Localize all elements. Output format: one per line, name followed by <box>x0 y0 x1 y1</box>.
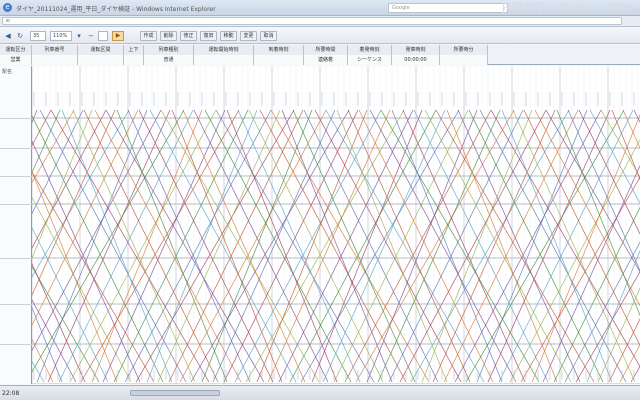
header-value[interactable] <box>440 55 488 65</box>
header-cell: 所要時分 <box>440 45 488 55</box>
station-header: 駅名 <box>2 69 13 75</box>
play-arrow-icon[interactable]: ▶ <box>112 31 124 41</box>
index-field[interactable]: 35 <box>30 31 46 41</box>
station-row[interactable] <box>0 204 32 258</box>
station-row[interactable] <box>0 118 32 148</box>
search-box[interactable]: Google <box>388 3 508 13</box>
zoom-down-icon[interactable]: ▾ <box>74 31 84 41</box>
header-cell: 所要時間 <box>304 45 348 55</box>
zoom-select[interactable]: 110% <box>50 31 72 41</box>
header-value[interactable]: 営業 <box>0 55 32 65</box>
create-button[interactable]: 作成 <box>140 31 157 41</box>
window-title: ダイヤ_20111024_運用_平日_ダイヤ検証 - Windows Inter… <box>16 6 216 13</box>
window-titlebar: e ダイヤ_20111024_運用_平日_ダイヤ検証 - Windows Int… <box>0 0 640 17</box>
blank-field[interactable] <box>98 31 108 41</box>
delete-button[interactable]: 削除 <box>160 31 177 41</box>
status-time: 22:08 <box>2 390 20 397</box>
train-diagram-canvas[interactable] <box>32 66 640 384</box>
status-bar: 22:08 <box>0 385 640 400</box>
header-value[interactable]: シーケンス <box>348 55 392 65</box>
column-header: 運転区分 列車番号 運転区間 上下 列車種別 運転開始時刻 到着時刻 所要時間 … <box>0 45 640 65</box>
header-value[interactable]: 連絡着 <box>304 55 348 65</box>
header-cell: 着発時刻 <box>348 45 392 55</box>
header-cell: 上下 <box>124 45 144 55</box>
header-value[interactable] <box>78 55 124 65</box>
browser-icon: e <box>3 3 12 12</box>
change-button[interactable]: 変更 <box>240 31 257 41</box>
station-row[interactable] <box>0 344 32 384</box>
header-cell: 運転区間 <box>78 45 124 55</box>
cancel-button[interactable]: 取消 <box>260 31 277 41</box>
move-button[interactable]: 移動 <box>220 31 237 41</box>
address-bar: e: <box>0 16 640 27</box>
refresh-icon[interactable]: ↻ <box>15 31 25 41</box>
watermark: RBBTODAY.COM <box>500 1 634 17</box>
header-value[interactable] <box>194 55 254 65</box>
station-column: 駅名 <box>0 66 32 384</box>
header-cell: 運転開始時刻 <box>194 45 254 55</box>
station-row[interactable] <box>0 148 32 176</box>
header-cell: 運転区分 <box>0 45 32 55</box>
edit-button[interactable]: 修正 <box>180 31 197 41</box>
header-cell: 列車種別 <box>144 45 194 55</box>
station-row[interactable] <box>0 258 32 304</box>
header-value[interactable] <box>32 55 78 65</box>
header-value[interactable] <box>254 55 304 65</box>
restore-button[interactable]: 復旧 <box>200 31 217 41</box>
horizontal-scrollbar[interactable] <box>130 390 220 396</box>
header-value[interactable]: 00:00:00 <box>392 55 440 65</box>
header-value[interactable]: 普通 <box>144 55 194 65</box>
header-cell: 到着時刻 <box>254 45 304 55</box>
header-cell: 発車時刻 <box>392 45 440 55</box>
back-icon[interactable]: ◀ <box>3 31 13 41</box>
header-cell: 列車番号 <box>32 45 78 55</box>
app-toolbar: ◀ ↻ 35 110% ▾ − ▶ 作成 削除 修正 復旧 移動 変更 取消 <box>0 28 640 44</box>
zoom-out-icon[interactable]: − <box>86 31 96 41</box>
station-row[interactable] <box>0 304 32 344</box>
address-field[interactable]: e: <box>2 17 622 25</box>
station-row[interactable] <box>0 176 32 204</box>
header-value[interactable] <box>124 55 144 65</box>
